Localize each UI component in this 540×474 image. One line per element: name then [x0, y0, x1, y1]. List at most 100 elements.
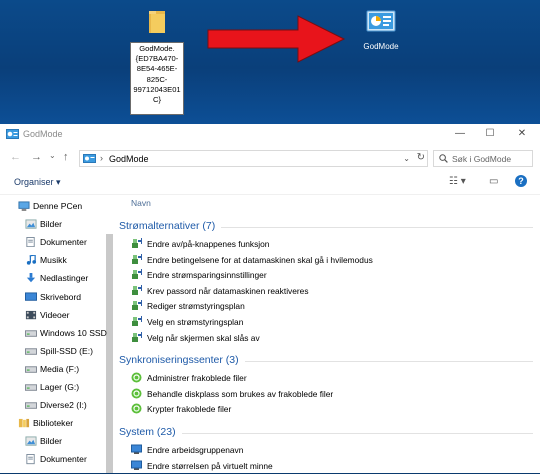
- godmode-address-icon: [83, 154, 96, 163]
- list-item-label: Endre størrelsen på virtuelt minne: [147, 460, 273, 471]
- drive-icon: [25, 400, 37, 411]
- navigation-pane: Denne PCen Bilder Dokumenter Musikk Nedlasti…: [0, 196, 116, 473]
- rename-textbox[interactable]: GodMode. {ED7BA470- 8E54-465E- 825C- 9971204…: [130, 42, 184, 115]
- list-item[interactable]: Endre arbeidsgruppenavn: [129, 443, 429, 458]
- drive-icon: [25, 328, 37, 339]
- list-item[interactable]: Krypter frakoblede filer: [129, 402, 429, 417]
- nav-item[interactable]: Bilder: [0, 433, 106, 451]
- system-icon: [131, 460, 142, 471]
- nav-item[interactable]: Windows 10 SSD: [0, 325, 107, 343]
- list-item-label: Krypter frakoblede filer: [147, 404, 232, 415]
- drive-icon: [25, 364, 37, 375]
- breadcrumb-separator: ›: [100, 153, 103, 163]
- list-item[interactable]: Behandle diskplass som brukes av frakobl…: [129, 387, 429, 402]
- nav-item[interactable]: Diverse2 (I:): [0, 397, 106, 415]
- pictures-icon: [25, 219, 37, 230]
- nav-scrollbar[interactable]: [106, 234, 113, 473]
- rename-text-line: 99712043E01: [133, 84, 181, 94]
- list-item[interactable]: Krev passord når datamaskinen reaktivere…: [129, 284, 429, 299]
- desktop-icon: [25, 291, 37, 303]
- pictures-icon: [25, 436, 37, 447]
- godmode-desktop-icon[interactable]: [366, 10, 396, 34]
- folder-icon[interactable]: [148, 8, 166, 34]
- nav-item-label: Skrivebord: [40, 291, 82, 302]
- view-options-button[interactable]: ☷ ▾: [449, 176, 466, 187]
- address-bar[interactable]: › GodMode ⌄ ↻: [79, 150, 428, 167]
- nav-item[interactable]: Dokumenter: [0, 451, 106, 469]
- nav-item[interactable]: Bilder: [0, 216, 106, 234]
- list-item[interactable]: Endre størrelsen på virtuelt minne: [129, 459, 429, 474]
- nav-item-label: Denne PCen: [33, 201, 83, 211]
- nav-item-label: Nedlastinger: [40, 273, 89, 284]
- libraries-icon: [18, 418, 30, 429]
- nav-item[interactable]: Videoer: [0, 307, 106, 325]
- music-icon: [25, 254, 37, 266]
- power-options-icon: [131, 269, 142, 280]
- organise-button[interactable]: Organiser ▾: [14, 177, 61, 188]
- group-header[interactable]: System (23): [119, 426, 176, 438]
- search-input[interactable]: Søk i GodMode: [433, 150, 533, 167]
- forward-button[interactable]: →: [31, 151, 42, 163]
- power-options-icon: [131, 300, 142, 311]
- nav-item[interactable]: Spill-SSD (E:): [0, 343, 106, 361]
- help-button[interactable]: ?: [515, 175, 527, 187]
- red-arrow-icon: [207, 15, 346, 63]
- address-row: ← → ⌄ ↑ › GodMode ⌄ ↻ Søk i GodMode: [0, 146, 540, 170]
- documents-icon: [25, 454, 37, 465]
- nav-item[interactable]: Nedlastinger: [0, 270, 106, 288]
- recent-locations-button[interactable]: ⌄: [49, 150, 56, 162]
- minimize-button[interactable]: —: [445, 124, 475, 144]
- nav-item[interactable]: Biblioteker: [0, 415, 106, 433]
- preview-pane-button[interactable]: ▭: [489, 176, 498, 187]
- list-item[interactable]: Endre betingelsene for at datamaskinen s…: [129, 253, 429, 268]
- group-header[interactable]: Strømalternativer (7): [119, 220, 215, 232]
- list-item-label: Krev passord når datamaskinen reaktivere…: [147, 285, 309, 296]
- nav-item[interactable]: Skrivebord: [0, 289, 106, 307]
- nav-item-label: Bilder: [40, 219, 62, 230]
- list-item-label: Administrer frakoblede filer: [147, 373, 247, 384]
- desktop: GodMode. {ED7BA470- 8E54-465E- 825C- 9971204…: [0, 0, 540, 124]
- list-item[interactable]: Rediger strømstyringsplan: [129, 299, 429, 314]
- maximize-button[interactable]: ☐: [475, 124, 505, 144]
- refresh-icon[interactable]: ↻: [417, 152, 425, 163]
- up-button[interactable]: ↑: [63, 151, 69, 163]
- chevron-down-icon[interactable]: ⌄: [403, 154, 410, 163]
- close-button[interactable]: ✕: [507, 124, 537, 144]
- godmode-desktop-label[interactable]: GodMode: [352, 42, 410, 51]
- rename-text-line: C}: [152, 95, 162, 105]
- drive-icon: [25, 382, 37, 393]
- group-header[interactable]: Synkroniseringssenter (3): [119, 354, 239, 366]
- back-button[interactable]: ←: [10, 151, 21, 163]
- list-item[interactable]: Endre av/på-knappenes funksjon: [129, 237, 429, 252]
- nav-item-label: Diverse2 (I:): [40, 400, 87, 411]
- nav-item[interactable]: Media (F:): [0, 361, 106, 379]
- list-item[interactable]: Administrer frakoblede filer: [129, 371, 429, 386]
- column-header-name[interactable]: Navn: [131, 198, 151, 208]
- rename-text-line: 8E54-465E-: [136, 64, 178, 74]
- list-item[interactable]: Velg en strømstyringsplan: [129, 315, 429, 330]
- rename-text-line: GodMode.: [139, 44, 175, 53]
- group-divider: [182, 433, 533, 434]
- list-item-label: Velg en strømstyringsplan: [147, 317, 244, 327]
- command-bar: Organiser ▾ ☷ ▾ ▭ ?: [0, 172, 540, 195]
- power-options-icon: [131, 253, 142, 265]
- nav-item[interactable]: Dokumenter: [0, 234, 106, 252]
- computer-icon: [18, 201, 30, 212]
- nav-item-label: Windows 10 SSD: [40, 327, 107, 338]
- list-item[interactable]: Velg når skjermen skal slås av: [129, 331, 429, 346]
- power-options-icon: [131, 238, 142, 249]
- title-bar[interactable]: GodMode — ☐ ✕: [0, 124, 540, 144]
- nav-item[interactable]: Musikk: [0, 252, 106, 270]
- power-options-icon: [131, 316, 142, 327]
- godmode-window-icon: [6, 129, 19, 139]
- nav-item-label: Dokumenter: [40, 237, 87, 248]
- nav-item[interactable]: Denne PCen: [0, 198, 106, 216]
- breadcrumb-godmode[interactable]: GodMode: [109, 154, 149, 164]
- nav-item-label: Bilder: [40, 436, 62, 447]
- list-item[interactable]: Endre strømsparingsinnstillinger: [129, 268, 429, 283]
- group-divider: [221, 227, 533, 228]
- nav-item-label: Lager (G:): [40, 382, 80, 392]
- list-item-label: Endre strømsparingsinnstillinger: [147, 270, 267, 281]
- sync-center-icon: [131, 403, 142, 414]
- nav-item[interactable]: Lager (G:): [0, 379, 106, 397]
